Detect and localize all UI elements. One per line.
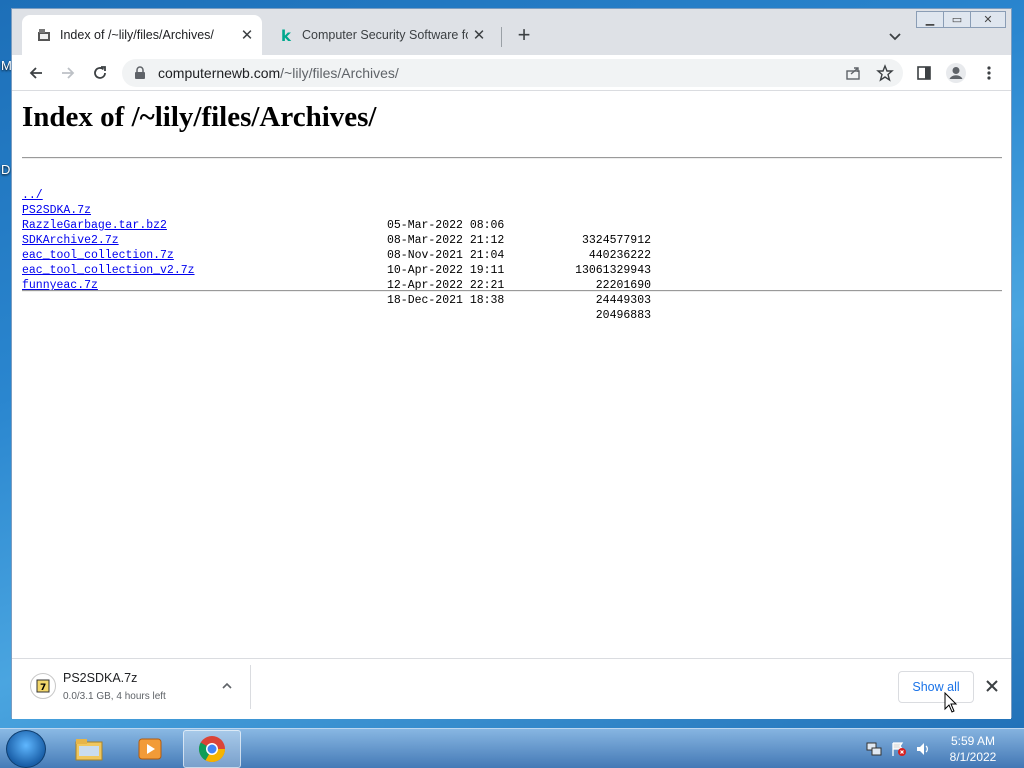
clock-time: 5:59 AM: [950, 734, 996, 748]
file-size: 20496883: [595, 309, 651, 322]
archive-file-icon[interactable]: 7: [30, 673, 56, 699]
file-size: 13061329943: [575, 264, 651, 277]
new-tab-button[interactable]: +: [512, 24, 536, 48]
file-date: 05-Mar-2022 08:06: [387, 219, 505, 232]
minimize-icon[interactable]: ▁: [916, 11, 944, 28]
file-date: 08-Mar-2022 21:12: [387, 234, 505, 247]
close-tab-icon[interactable]: ✕: [468, 24, 490, 46]
file-size: 3324577912: [581, 234, 651, 247]
start-button[interactable]: [6, 730, 46, 768]
action-center-flag-icon[interactable]: [891, 741, 907, 757]
svg-text:7: 7: [40, 683, 46, 693]
tab-search-chevron-icon[interactable]: [886, 27, 904, 45]
tab-strip: Index of /~lily/files/Archives/ ✕ k Comp…: [12, 9, 1011, 55]
tab-divider: [501, 27, 502, 47]
profile-avatar-icon[interactable]: [943, 60, 969, 86]
tab-title: Index of /~lily/files/Archives/: [60, 28, 214, 42]
browser-window: Index of /~lily/files/Archives/ ✕ k Comp…: [11, 8, 1012, 719]
desktop-icon-label: D: [1, 162, 11, 177]
side-panel-icon[interactable]: [911, 60, 937, 86]
list-item: eac_tool_collection_v2.7z 12-Apr-2022 22…: [22, 248, 651, 307]
kaspersky-favicon-icon: k: [278, 27, 294, 43]
download-status: 0.0/3.1 GB, 4 hours left: [63, 691, 166, 702]
taskbar: 5:59 AM 8/1/2022: [0, 728, 1024, 768]
bookmark-star-icon[interactable]: [872, 60, 898, 86]
volume-icon[interactable]: [915, 741, 931, 757]
file-listing: ../ PS2SDKA.7z 05-Mar-2022 08:06 3324577…: [22, 173, 651, 322]
list-item: SDKArchive2.7z 08-Nov-2021 21:04 1306132…: [22, 218, 651, 277]
explorer-taskbar-icon[interactable]: [60, 730, 118, 768]
list-item: funnyeac.7z 18-Dec-2021 18:38 20496883: [22, 263, 651, 322]
divider: [22, 157, 1002, 159]
clock-date: 8/1/2022: [949, 750, 997, 764]
system-clock[interactable]: 5:59 AM 8/1/2022: [940, 733, 1006, 765]
show-all-button[interactable]: Show all: [898, 671, 974, 703]
share-icon[interactable]: [840, 60, 866, 86]
close-tab-icon[interactable]: ✕: [236, 24, 258, 46]
chevron-up-icon[interactable]: [218, 677, 236, 695]
tab-active[interactable]: Index of /~lily/files/Archives/ ✕: [22, 15, 262, 55]
file-date: 08-Nov-2021 21:04: [387, 249, 505, 262]
list-item: ../: [22, 173, 77, 202]
media-player-taskbar-icon[interactable]: [121, 730, 179, 768]
page-title: Index of /~lily/files/Archives/: [22, 101, 377, 133]
file-size: 24449303: [595, 294, 651, 307]
file-size: 440236222: [588, 249, 651, 262]
url-host: computernewb.com: [158, 65, 281, 81]
file-date: 10-Apr-2022 19:11: [387, 264, 505, 277]
divider: [250, 665, 251, 709]
reload-icon[interactable]: [87, 60, 113, 86]
restore-icon[interactable]: ▭: [943, 11, 971, 28]
lock-icon[interactable]: [134, 66, 148, 80]
forward-arrow-icon[interactable]: [55, 60, 81, 86]
list-item: RazzleGarbage.tar.bz2 08-Mar-2022 21:12 …: [22, 203, 651, 262]
tab-title: Computer Security Software for H: [302, 28, 468, 42]
close-shelf-icon[interactable]: [982, 676, 1002, 696]
file-date: 18-Dec-2021 18:38: [387, 294, 505, 307]
kebab-menu-icon[interactable]: [976, 60, 1002, 86]
download-filename[interactable]: PS2SDKA.7z: [63, 671, 137, 685]
browser-toolbar: computernewb.com/~lily/files/Archives/: [12, 55, 1011, 91]
tab-inactive[interactable]: k Computer Security Software for H ✕: [264, 15, 494, 55]
chrome-taskbar-icon[interactable]: [183, 730, 241, 768]
directory-favicon-icon: [36, 27, 52, 43]
url-path: /~lily/files/Archives/: [280, 65, 399, 81]
network-icon[interactable]: [866, 741, 882, 757]
download-shelf: 7 PS2SDKA.7z 0.0/3.1 GB, 4 hours left Sh…: [12, 658, 1011, 719]
mouse-cursor-icon: [944, 691, 958, 719]
divider: [22, 290, 1002, 292]
list-item: PS2SDKA.7z 05-Mar-2022 08:06 3324577912: [22, 188, 651, 247]
close-window-icon[interactable]: ✕: [970, 11, 1006, 28]
list-item: eac_tool_collection.7z 10-Apr-2022 19:11…: [22, 233, 651, 292]
page-content: Index of /~lily/files/Archives/ ../ PS2S…: [12, 91, 1011, 658]
address-bar[interactable]: computernewb.com/~lily/files/Archives/: [122, 59, 903, 87]
svg-text:k: k: [281, 27, 292, 43]
back-arrow-icon[interactable]: [23, 60, 49, 86]
